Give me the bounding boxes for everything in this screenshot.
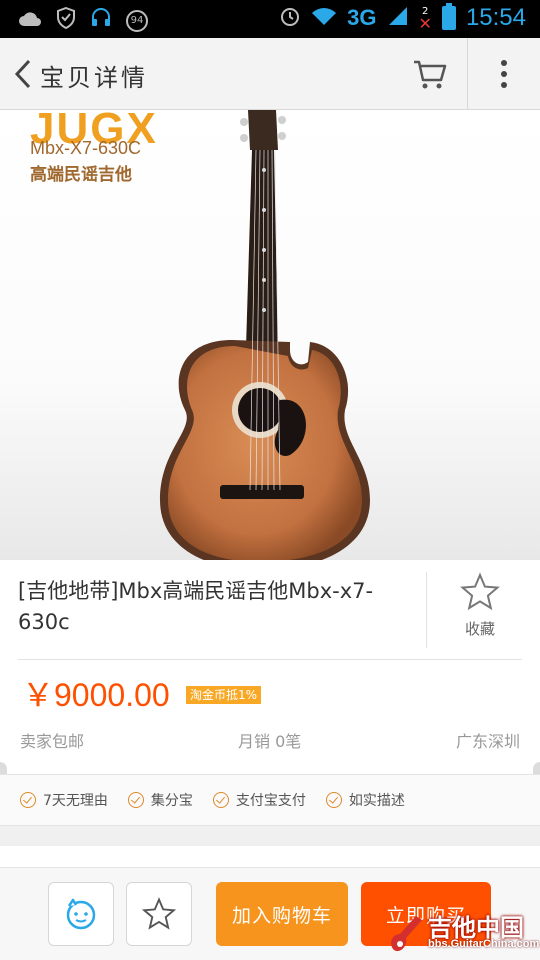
- model-label: Mbx-X7-630C: [30, 138, 142, 158]
- service-item: 如实描述: [325, 790, 405, 810]
- product-image[interactable]: JUGX Mbx-X7-630C 高端民谣吉他: [0, 110, 540, 560]
- monthly-sales: 月销 0笔: [238, 732, 302, 751]
- clock: 15:54: [465, 4, 526, 31]
- header-divider: [467, 38, 468, 110]
- chevron-left-icon: [14, 59, 31, 89]
- price: ￥9000.00: [22, 677, 170, 713]
- headset-icon: [90, 7, 112, 34]
- service-label: 如实描述: [348, 793, 405, 809]
- favorite-label: 收藏: [464, 620, 495, 638]
- service-label: 7天无理由: [43, 793, 108, 809]
- star-outline-icon: [142, 897, 176, 930]
- network-type: 3G: [347, 5, 377, 30]
- service-label: 集分宝: [150, 793, 193, 809]
- product-title: [吉他地带]Mbx高端民谣吉他Mbx-x7-630c: [18, 579, 374, 634]
- service-item: 7天无理由: [20, 790, 108, 810]
- alarm-icon: [279, 5, 301, 32]
- product-info-card: [吉他地带]Mbx高端民谣吉他Mbx-x7-630c 收藏 ￥9000.00 淘…: [0, 560, 540, 774]
- cart-button[interactable]: [410, 54, 450, 94]
- next-section-top: [0, 846, 540, 868]
- dot-icon: [501, 71, 507, 77]
- page-title: 宝贝详情: [40, 64, 148, 92]
- dot-icon: [501, 82, 507, 88]
- no-signal-icon: ✕: [418, 14, 432, 33]
- check-circle-icon: [325, 792, 342, 808]
- coin-badge: 淘金币抵1%: [186, 686, 262, 704]
- status-bar: 94 3G 2 ✕ 15:54: [0, 0, 540, 38]
- check-circle-icon: [20, 792, 36, 808]
- watermark-url: bbs.GuitarChina.com: [428, 938, 540, 950]
- check-circle-icon: [212, 792, 229, 808]
- star-outline-icon: [460, 572, 500, 611]
- section-gap: [0, 826, 540, 846]
- customer-service-button[interactable]: [48, 882, 114, 946]
- site-watermark: 吉他中国 bbs.GuitarChina.com: [386, 908, 540, 956]
- back-button[interactable]: [8, 56, 38, 92]
- battery-icon: [441, 3, 456, 30]
- app-header: 宝贝详情: [0, 38, 540, 110]
- sim2-status: 2 ✕: [418, 6, 432, 33]
- seller-location: 广东深圳: [455, 732, 520, 751]
- service-label: 支付宝支付: [235, 793, 306, 809]
- service-item: 集分宝: [127, 790, 193, 810]
- shield-icon: [56, 6, 76, 34]
- more-menu-button[interactable]: [488, 56, 520, 92]
- favorite-button[interactable]: 收藏: [440, 572, 520, 652]
- cart-icon: [414, 60, 447, 89]
- cloud-icon: [18, 9, 42, 33]
- wifi-icon: [311, 6, 337, 31]
- signal-icon: [387, 5, 409, 32]
- price-divider: [18, 659, 522, 660]
- check-circle-icon: [127, 792, 144, 808]
- service-item: 支付宝支付: [212, 790, 306, 810]
- shipping-info: 卖家包邮: [20, 732, 85, 751]
- service-guarantees[interactable]: 7天无理由 集分宝 支付宝支付 如实描述: [0, 774, 540, 826]
- favorite-bar-button[interactable]: [126, 882, 192, 946]
- dot-icon: [501, 60, 507, 66]
- chat-bubble-icon: [66, 898, 96, 930]
- image-tagline: 高端民谣吉他: [30, 165, 132, 185]
- notification-badge: 94: [126, 9, 148, 32]
- title-divider: [426, 572, 427, 648]
- guitar-illustration: [160, 110, 370, 560]
- guitar-logo-icon: [391, 916, 422, 952]
- add-to-cart-button[interactable]: 加入购物车: [216, 882, 348, 946]
